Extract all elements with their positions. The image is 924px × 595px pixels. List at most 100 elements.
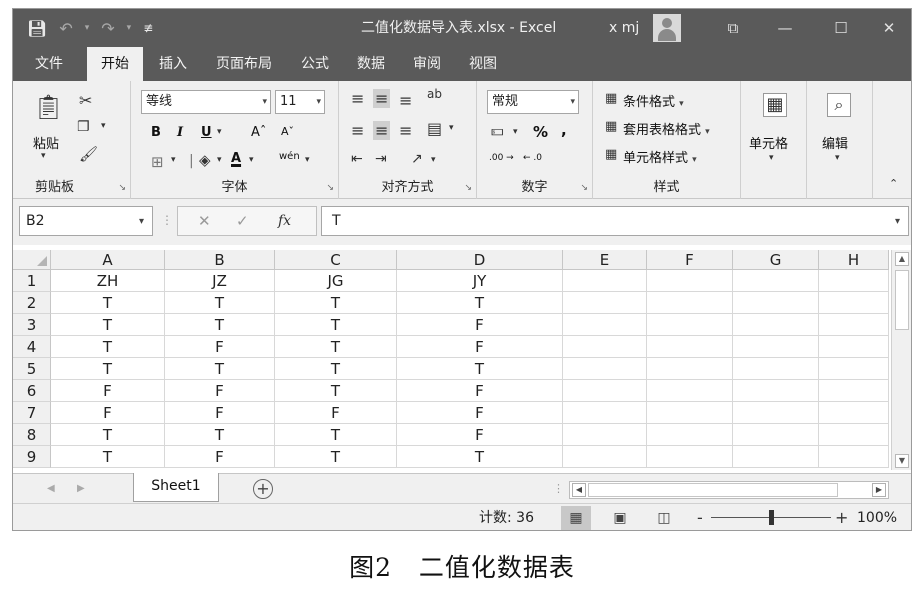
cell-a6[interactable]: F <box>51 380 165 402</box>
tab-view[interactable]: 视图 <box>463 47 503 81</box>
redo-dropdown-icon[interactable]: ▾ <box>127 23 132 33</box>
cell-h9[interactable] <box>819 446 889 468</box>
merge-center-icon[interactable]: ▤ <box>427 119 442 138</box>
cell-d2[interactable]: T <box>397 292 563 314</box>
decrease-indent-icon[interactable]: ⇤ <box>351 151 363 167</box>
cells-dropdown-icon[interactable]: ▾ <box>769 153 774 163</box>
editing-group[interactable]: ⌕ 编辑 ▾ <box>807 81 873 199</box>
column-header-g[interactable]: G <box>733 250 819 270</box>
cell-a4[interactable]: T <box>51 336 165 358</box>
clipboard-launcher-icon[interactable]: ↘ <box>118 183 126 193</box>
underline-button[interactable]: U <box>201 125 212 140</box>
align-middle-icon[interactable]: ≡ <box>373 89 391 108</box>
cell-h2[interactable] <box>819 292 889 314</box>
cell-d6[interactable]: F <box>397 380 563 402</box>
font-name-select[interactable]: 等线 ▾ <box>141 90 271 114</box>
cell-g7[interactable] <box>733 402 819 424</box>
font-color-dropdown-icon[interactable]: ▾ <box>249 155 254 165</box>
scroll-right-icon[interactable]: ▶ <box>872 483 886 497</box>
zoom-slider-handle[interactable] <box>769 510 774 525</box>
shrink-font-button[interactable]: Aˇ <box>281 125 294 138</box>
cell-c6[interactable]: T <box>275 380 397 402</box>
number-format-select[interactable]: 常规 ▾ <box>487 90 579 114</box>
cell-g9[interactable] <box>733 446 819 468</box>
row-header-9[interactable]: 9 <box>13 446 51 468</box>
cell-h5[interactable] <box>819 358 889 380</box>
cell-f5[interactable] <box>647 358 733 380</box>
insert-function-icon[interactable]: fx <box>278 207 291 235</box>
expand-formula-bar-icon[interactable]: ▾ <box>895 208 900 236</box>
conditional-format-button[interactable]: 条件格式 ▾ <box>623 91 684 110</box>
sheet-next-icon[interactable]: ▶ <box>77 474 85 504</box>
cell-d9[interactable]: T <box>397 446 563 468</box>
cells-button[interactable]: 单元格 <box>749 133 788 152</box>
format-painter-icon[interactable]: 🖌︎ <box>79 145 98 163</box>
cell-h7[interactable] <box>819 402 889 424</box>
cell-b3[interactable]: T <box>165 314 275 336</box>
cell-styles-button[interactable]: 单元格样式 ▾ <box>623 147 697 166</box>
underline-dropdown-icon[interactable]: ▾ <box>217 127 222 137</box>
copy-icon[interactable]: ❐ <box>77 119 90 135</box>
cell-g8[interactable] <box>733 424 819 446</box>
cell-c7[interactable]: F <box>275 402 397 424</box>
align-top-icon[interactable]: ≡ <box>351 89 364 108</box>
phonetic-guide-button[interactable]: wén <box>279 151 300 162</box>
tab-formulas[interactable]: 公式 <box>295 47 335 81</box>
add-sheet-button[interactable]: + <box>253 479 273 499</box>
sheet-prev-icon[interactable]: ◀ <box>47 474 55 504</box>
cell-h6[interactable] <box>819 380 889 402</box>
zoom-out-button[interactable]: - <box>697 504 703 530</box>
currency-dropdown-icon[interactable]: ▾ <box>513 127 518 137</box>
increase-decimal-button[interactable]: .00 → <box>489 153 514 163</box>
tab-review[interactable]: 审阅 <box>407 47 447 81</box>
cell-b1[interactable]: JZ <box>165 270 275 292</box>
save-icon[interactable]: 💾︎ <box>27 19 47 38</box>
format-as-table-icon[interactable]: ▦ <box>605 119 617 134</box>
italic-button[interactable]: I <box>177 125 183 140</box>
column-header-f[interactable]: F <box>647 250 733 270</box>
cells-icon[interactable]: ▦ <box>763 93 787 117</box>
cell-a9[interactable]: T <box>51 446 165 468</box>
cut-icon[interactable]: ✂ <box>79 91 92 110</box>
cell-e6[interactable] <box>563 380 647 402</box>
column-header-c[interactable]: C <box>275 250 397 270</box>
tab-split-handle-icon[interactable]: ⋮ <box>553 474 564 504</box>
tab-page-layout[interactable]: 页面布局 <box>209 47 279 81</box>
redo-icon[interactable]: ↷ <box>101 19 114 38</box>
undo-icon[interactable]: ↶ <box>59 19 72 38</box>
enter-icon[interactable]: ✓ <box>236 207 249 235</box>
sheet-tab-sheet1[interactable]: Sheet1 <box>133 473 219 502</box>
increase-indent-icon[interactable]: ⇥ <box>375 151 387 167</box>
cell-h4[interactable] <box>819 336 889 358</box>
cell-a2[interactable]: T <box>51 292 165 314</box>
select-all-button[interactable] <box>13 250 51 270</box>
cell-g2[interactable] <box>733 292 819 314</box>
cell-d1[interactable]: JY <box>397 270 563 292</box>
zoom-in-button[interactable]: + <box>835 504 848 530</box>
text-direction-dropdown-icon[interactable]: ▾ <box>431 155 436 165</box>
fill-color-icon[interactable]: ◈ <box>199 151 211 169</box>
cell-c4[interactable]: T <box>275 336 397 358</box>
cell-c8[interactable]: T <box>275 424 397 446</box>
row-header-8[interactable]: 8 <box>13 424 51 446</box>
row-header-4[interactable]: 4 <box>13 336 51 358</box>
alignment-launcher-icon[interactable]: ↘ <box>464 183 472 193</box>
cell-f2[interactable] <box>647 292 733 314</box>
percent-button[interactable]: % <box>533 123 548 141</box>
column-header-d[interactable]: D <box>397 250 563 270</box>
cell-e2[interactable] <box>563 292 647 314</box>
paste-button[interactable]: 粘贴 <box>33 133 59 152</box>
cell-e8[interactable] <box>563 424 647 446</box>
vertical-scrollbar[interactable]: ▲ ▼ <box>891 250 911 470</box>
paste-dropdown-icon[interactable]: ▾ <box>41 151 46 161</box>
vertical-scroll-thumb[interactable] <box>895 270 909 330</box>
tab-data[interactable]: 数据 <box>351 47 391 81</box>
maximize-button[interactable]: ☐ <box>821 9 861 47</box>
avatar[interactable] <box>653 14 681 42</box>
cell-a8[interactable]: T <box>51 424 165 446</box>
customize-qat-icon[interactable]: ≢ <box>143 21 153 35</box>
currency-icon[interactable]: 💵︎ <box>491 123 504 139</box>
borders-dropdown-icon[interactable]: ▾ <box>171 155 176 165</box>
tab-file[interactable]: 文件 <box>27 47 71 81</box>
borders-icon[interactable]: ⊞ <box>151 153 164 171</box>
